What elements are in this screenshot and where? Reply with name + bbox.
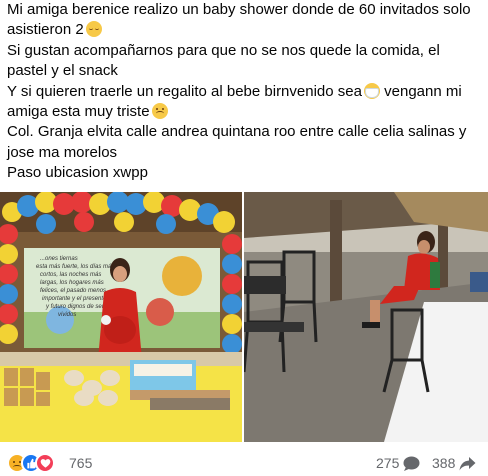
post-line-text: pastel y el snack bbox=[7, 62, 118, 80]
post-line: amiga esta muy triste bbox=[7, 102, 483, 122]
post-line: asistieron 2 bbox=[7, 20, 483, 40]
banner-text-line: felices, el pasado menos bbox=[40, 288, 106, 294]
comment-count: 275 bbox=[376, 455, 400, 471]
pensive-face-icon bbox=[85, 21, 102, 38]
post-line-text: Mi amiga berenice realizo un baby shower… bbox=[7, 1, 471, 18]
baby-shower-illustration: ...ones tiernas esta más fuerte, los día… bbox=[0, 192, 242, 442]
post-message: Mi amiga berenice realizo un baby shower… bbox=[7, 0, 483, 184]
post-line: Col. Granja elvita calle andrea quintana… bbox=[7, 122, 483, 142]
post-line-text: Col. Granja elvita calle andrea quintana… bbox=[7, 123, 467, 141]
reaction-count[interactable]: 765 bbox=[69, 455, 92, 471]
banner-text-line: ...ones tiernas bbox=[40, 256, 78, 262]
photo-grid: ...ones tiernas esta más fuerte, los día… bbox=[0, 192, 488, 442]
baby-shower-photo[interactable]: ...ones tiernas esta más fuerte, los día… bbox=[0, 192, 242, 442]
empty-venue-illustration bbox=[244, 192, 488, 442]
empty-tables-photo[interactable] bbox=[244, 192, 488, 442]
share-icon bbox=[459, 456, 476, 471]
sad-face-icon bbox=[151, 103, 168, 120]
post-line-text: Paso ubicasion xwpp bbox=[7, 164, 148, 182]
post-line: Paso ubicasion xwpp bbox=[7, 163, 483, 183]
post-line: Y si quieren traerle un regalito al bebe… bbox=[7, 82, 483, 102]
post-line-text: Si gustan acompañarnos para que no se no… bbox=[7, 41, 440, 59]
post-line-text: jose ma morelos bbox=[7, 143, 118, 161]
post-stats-bar: 765 275 388 bbox=[0, 448, 488, 476]
post-line-text: amiga esta muy triste bbox=[7, 103, 150, 121]
comment-count-button[interactable]: 275 bbox=[376, 455, 420, 471]
share-count: 388 bbox=[432, 455, 456, 471]
banner-text-line: y futuro dignos de ser bbox=[45, 304, 105, 310]
banner-text-line: importante y el presente bbox=[42, 296, 107, 302]
banner-text-line: esta más fuerte, los días más bbox=[36, 264, 114, 270]
share-count-button[interactable]: 388 bbox=[432, 455, 476, 471]
banner-text-line: largas, los hogares más bbox=[40, 280, 104, 286]
post-line-text: Y si quieren traerle un regalito al bebe… bbox=[7, 82, 362, 100]
love-reaction-icon bbox=[35, 453, 55, 473]
post-line: jose ma morelos bbox=[7, 143, 483, 163]
post-line: pastel y el snack bbox=[7, 61, 483, 81]
post-line-text: asistieron 2 bbox=[7, 21, 84, 39]
face-with-mask-icon bbox=[363, 82, 380, 99]
post-line: Si gustan acompañarnos para que no se no… bbox=[7, 41, 483, 61]
banner-text-line: vividos bbox=[58, 312, 76, 318]
banner-text-line: cortos, las noches más bbox=[40, 272, 101, 278]
comment-icon bbox=[403, 456, 420, 471]
post-line-text: vengann mi bbox=[379, 82, 462, 100]
post-line: Mi amiga berenice realizo un baby shower… bbox=[7, 0, 483, 20]
